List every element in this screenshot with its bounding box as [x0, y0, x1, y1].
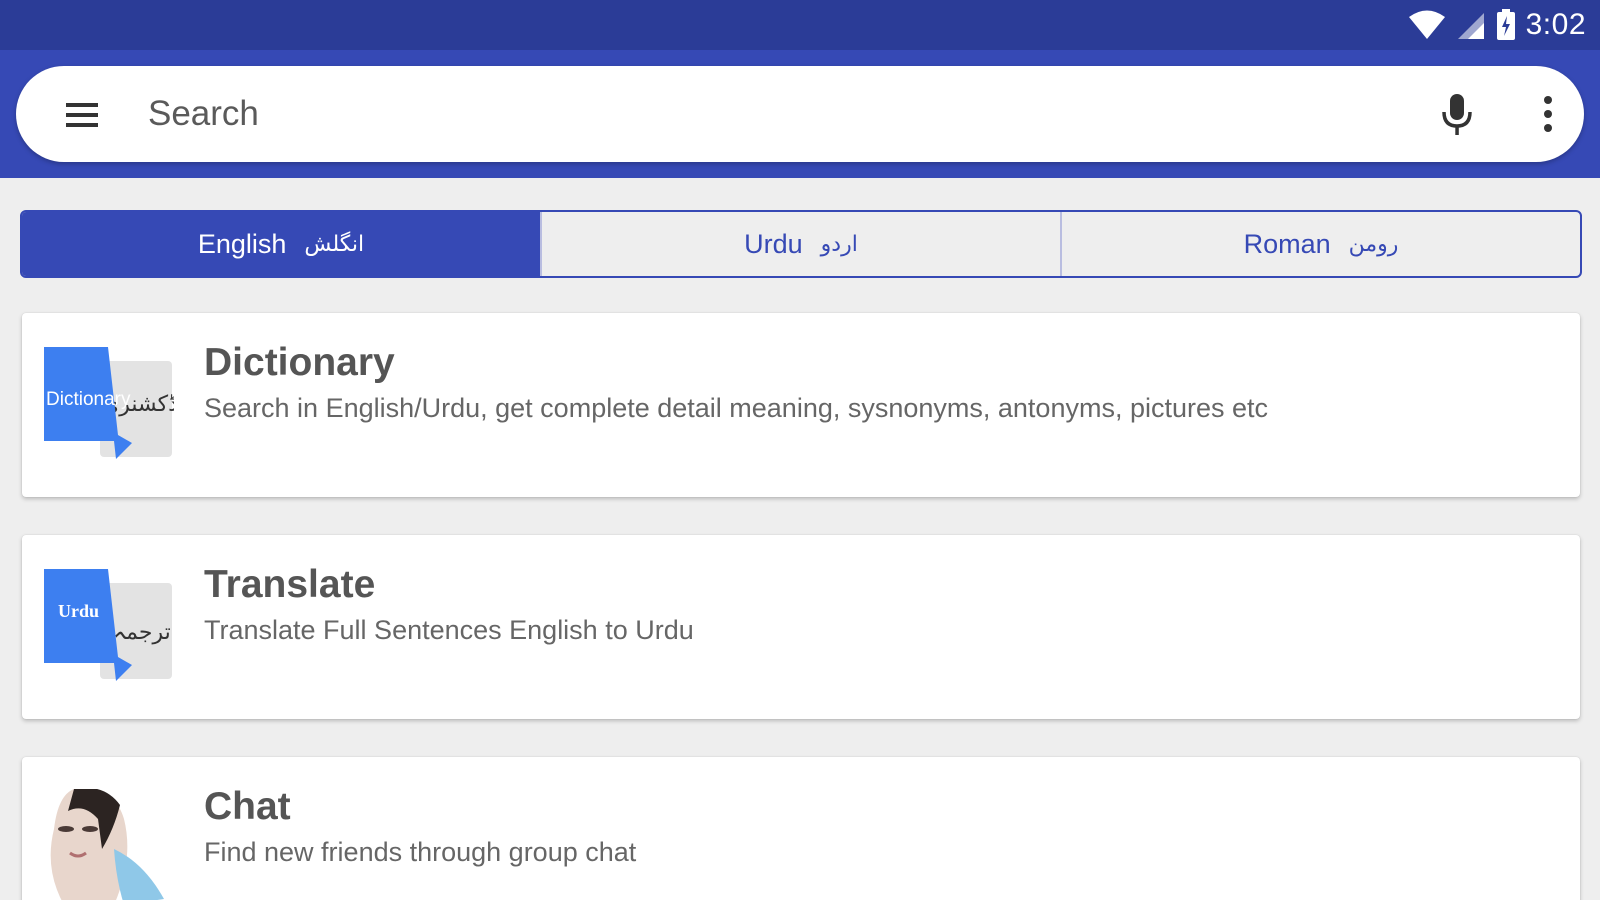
chat-card[interactable]: Chat Find new friends through group chat [22, 757, 1580, 900]
dictionary-card[interactable]: ڈکشنری Dictionary Dictionary Search in E… [22, 313, 1580, 497]
tab-english-urdu-label: انگلش [304, 231, 365, 257]
translate-description: Translate Full Sentences English to Urdu [204, 615, 694, 645]
translate-icon-text: Urdu [58, 601, 99, 621]
dictionary-icon-text: Dictionary [46, 389, 131, 410]
tab-urdu-urdu-label: اردو [820, 231, 858, 257]
dictionary-icon: ڈکشنری Dictionary [44, 345, 178, 461]
more-vertical-icon[interactable] [1540, 94, 1556, 134]
chat-avatar-icon [44, 787, 174, 900]
translate-icon: ترجمہ Urdu [44, 567, 174, 683]
tab-roman-urdu-label: رومن [1348, 231, 1399, 257]
tab-urdu[interactable]: Urdu اردو [542, 212, 1062, 276]
tab-roman-label: Roman [1243, 228, 1331, 259]
tab-english-label: English [197, 228, 287, 259]
tab-roman[interactable]: Roman رومن [1062, 212, 1580, 276]
hamburger-menu-icon[interactable] [62, 99, 102, 131]
search-bar [16, 66, 1584, 162]
status-time: 3:02 [1525, 8, 1586, 41]
chat-title: Chat [204, 785, 291, 828]
translate-card[interactable]: ترجمہ Urdu Translate Translate Full Sent… [22, 535, 1580, 719]
dictionary-description: Search in English/Urdu, get complete det… [204, 393, 1269, 423]
microphone-icon[interactable] [1440, 92, 1474, 138]
dictionary-title: Dictionary [204, 341, 395, 384]
tab-english[interactable]: English انگلش [22, 212, 542, 276]
search-input[interactable] [148, 84, 1378, 144]
chat-description: Find new friends through group chat [204, 837, 637, 867]
signal-icon [1456, 10, 1486, 40]
tab-urdu-label: Urdu [744, 228, 803, 259]
wifi-icon [1408, 10, 1446, 40]
translate-title: Translate [204, 563, 376, 606]
status-bar: 3:02 [0, 0, 1600, 50]
translate-icon-urdu: ترجمہ [113, 620, 170, 645]
battery-charging-icon [1496, 9, 1516, 41]
app-bar [0, 50, 1600, 178]
language-tabs: English انگلش Urdu اردو Roman رومن [20, 210, 1582, 278]
